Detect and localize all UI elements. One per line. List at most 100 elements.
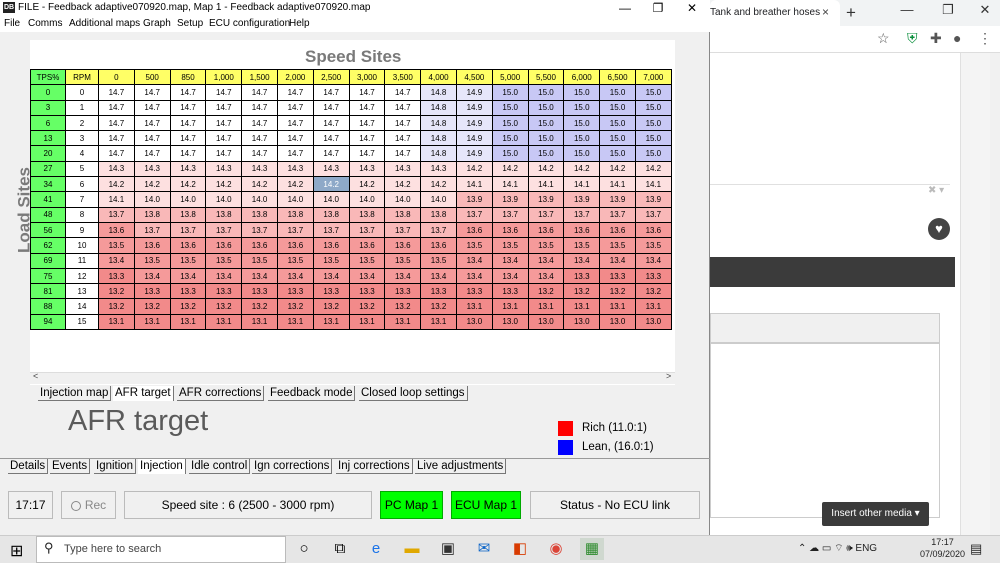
menu-file[interactable]: File bbox=[4, 18, 20, 29]
afr-cell[interactable]: 13.1 bbox=[634, 298, 672, 315]
afr-cell[interactable]: 14.7 bbox=[98, 145, 135, 162]
afr-cell[interactable]: 13.1 bbox=[133, 313, 171, 331]
maximize-button[interactable]: ❐ bbox=[648, 1, 668, 15]
afr-cell[interactable]: 13.3 bbox=[384, 283, 422, 300]
afr-cell[interactable]: 15.0 bbox=[563, 84, 601, 101]
afr-cell[interactable]: 13.2 bbox=[98, 298, 135, 315]
afr-cell[interactable]: 13.4 bbox=[599, 252, 636, 269]
close-button[interactable]: ✕ bbox=[682, 1, 702, 15]
afr-cell[interactable]: 13.4 bbox=[276, 267, 314, 285]
afr-cell[interactable]: 14.2 bbox=[527, 160, 565, 178]
afr-cell[interactable]: 14.7 bbox=[133, 84, 171, 101]
afr-cell[interactable]: 15.0 bbox=[527, 114, 565, 132]
afr-cell[interactable]: 13.3 bbox=[599, 267, 636, 285]
afr-cell[interactable]: 14.2 bbox=[276, 176, 314, 193]
afr-cell[interactable]: 14.2 bbox=[312, 176, 350, 193]
menu-additional-maps[interactable]: Additional maps bbox=[69, 18, 140, 29]
afr-cell[interactable]: 13.3 bbox=[420, 283, 457, 300]
afr-cell[interactable]: 14.7 bbox=[384, 145, 422, 162]
afr-cell[interactable]: 13.7 bbox=[276, 221, 314, 239]
tab-injection[interactable]: Injection bbox=[138, 459, 186, 474]
afr-cell[interactable]: 14.2 bbox=[348, 176, 386, 193]
afr-cell[interactable]: 13.5 bbox=[563, 237, 601, 254]
afr-cell[interactable]: 13.6 bbox=[420, 237, 457, 254]
afr-cell[interactable]: 14.1 bbox=[98, 191, 135, 208]
afr-cell[interactable]: 14.9 bbox=[455, 84, 493, 101]
afr-cell[interactable]: 13.3 bbox=[491, 283, 529, 300]
afr-cell[interactable]: 14.7 bbox=[348, 145, 386, 162]
afr-cell[interactable]: 13.4 bbox=[491, 267, 529, 285]
taskbar-clock[interactable]: 17:17 07/09/2020 bbox=[920, 536, 965, 560]
afr-cell[interactable]: 13.5 bbox=[420, 252, 457, 269]
afr-cell[interactable]: 14.2 bbox=[205, 176, 243, 193]
afr-cell[interactable]: 14.9 bbox=[455, 145, 493, 162]
afr-cell[interactable]: 15.0 bbox=[634, 114, 672, 132]
notification-icon[interactable]: ▤ bbox=[970, 541, 982, 557]
shield-icon[interactable]: ⛨ bbox=[907, 30, 918, 47]
afr-cell[interactable]: 13.6 bbox=[563, 221, 601, 239]
chrome-icon[interactable]: ◉ bbox=[544, 538, 568, 560]
afr-cell[interactable]: 14.7 bbox=[348, 130, 386, 147]
afr-cell[interactable]: 14.7 bbox=[205, 130, 243, 147]
afr-cell[interactable]: 13.5 bbox=[455, 237, 493, 254]
afr-cell[interactable]: 13.6 bbox=[599, 221, 636, 239]
afr-cell[interactable]: 13.4 bbox=[312, 267, 350, 285]
afr-cell[interactable]: 14.2 bbox=[384, 176, 422, 193]
afr-cell[interactable]: 15.0 bbox=[634, 99, 672, 116]
afr-cell[interactable]: 13.9 bbox=[563, 191, 601, 208]
afr-cell[interactable]: 13.7 bbox=[205, 221, 243, 239]
afr-cell[interactable]: 15.0 bbox=[634, 145, 672, 162]
afr-cell[interactable]: 14.7 bbox=[276, 84, 314, 101]
afr-cell[interactable]: 13.5 bbox=[491, 237, 529, 254]
star-icon[interactable]: ☆ bbox=[877, 30, 890, 47]
tab-afr-corrections[interactable]: AFR corrections bbox=[177, 386, 265, 401]
afr-cell[interactable]: 14.7 bbox=[384, 99, 422, 116]
afr-cell[interactable]: 13.0 bbox=[527, 313, 565, 331]
afr-cell[interactable]: 14.2 bbox=[634, 160, 672, 178]
afr-cell[interactable]: 14.8 bbox=[420, 114, 457, 132]
tab-closed-loop-settings[interactable]: Closed loop settings bbox=[359, 386, 468, 401]
afr-cell[interactable]: 13.4 bbox=[98, 252, 135, 269]
menu-graph[interactable]: Graph bbox=[143, 18, 171, 29]
afr-cell[interactable]: 13.2 bbox=[98, 283, 135, 300]
tab-ignition[interactable]: Ignition bbox=[94, 459, 137, 474]
tab-idle-control[interactable]: Idle control bbox=[189, 459, 251, 474]
afr-cell[interactable]: 13.1 bbox=[98, 313, 135, 331]
afr-cell[interactable]: 13.0 bbox=[599, 313, 636, 331]
afr-cell[interactable]: 14.0 bbox=[276, 191, 314, 208]
afr-cell[interactable]: 13.5 bbox=[98, 237, 135, 254]
afr-cell[interactable]: 13.0 bbox=[563, 313, 601, 331]
afr-cell[interactable]: 13.8 bbox=[420, 206, 457, 223]
afr-cell[interactable]: 13.9 bbox=[599, 191, 636, 208]
afr-cell[interactable]: 13.9 bbox=[634, 191, 672, 208]
afr-cell[interactable]: 14.0 bbox=[241, 191, 278, 208]
afr-cell[interactable]: 13.1 bbox=[527, 298, 565, 315]
afr-cell[interactable]: 13.9 bbox=[491, 191, 529, 208]
afr-cell[interactable]: 14.1 bbox=[634, 176, 672, 193]
afr-cell[interactable]: 13.6 bbox=[98, 221, 135, 239]
afr-cell[interactable]: 13.4 bbox=[527, 267, 565, 285]
afr-cell[interactable]: 15.0 bbox=[491, 145, 529, 162]
afr-cell[interactable]: 15.0 bbox=[527, 145, 565, 162]
afr-cell[interactable]: 14.3 bbox=[276, 160, 314, 178]
browser-tab[interactable]: Tank and breather hoses lo × bbox=[710, 0, 840, 26]
afr-cell[interactable]: 13.4 bbox=[455, 267, 493, 285]
afr-cell[interactable]: 13.2 bbox=[599, 283, 636, 300]
afr-cell[interactable]: 14.7 bbox=[169, 99, 207, 116]
afr-cell[interactable]: 13.4 bbox=[133, 267, 171, 285]
afr-cell[interactable]: 13.1 bbox=[348, 313, 386, 331]
afr-cell[interactable]: 13.6 bbox=[527, 221, 565, 239]
menu-help[interactable]: Help bbox=[289, 18, 310, 29]
afr-cell[interactable]: 14.0 bbox=[348, 191, 386, 208]
new-tab-button[interactable]: + bbox=[846, 3, 856, 23]
scroll-left-icon[interactable]: < bbox=[33, 371, 38, 381]
afr-cell[interactable]: 14.7 bbox=[276, 99, 314, 116]
afr-cell[interactable]: 13.6 bbox=[348, 237, 386, 254]
afr-cell[interactable]: 14.1 bbox=[455, 176, 493, 193]
afr-cell[interactable]: 14.7 bbox=[384, 114, 422, 132]
afr-cell[interactable]: 13.2 bbox=[133, 298, 171, 315]
afr-cell[interactable]: 13.9 bbox=[527, 191, 565, 208]
afr-cell[interactable]: 15.0 bbox=[491, 99, 529, 116]
afr-cell[interactable]: 13.6 bbox=[241, 237, 278, 254]
scroll-right-icon[interactable]: > bbox=[666, 371, 671, 381]
